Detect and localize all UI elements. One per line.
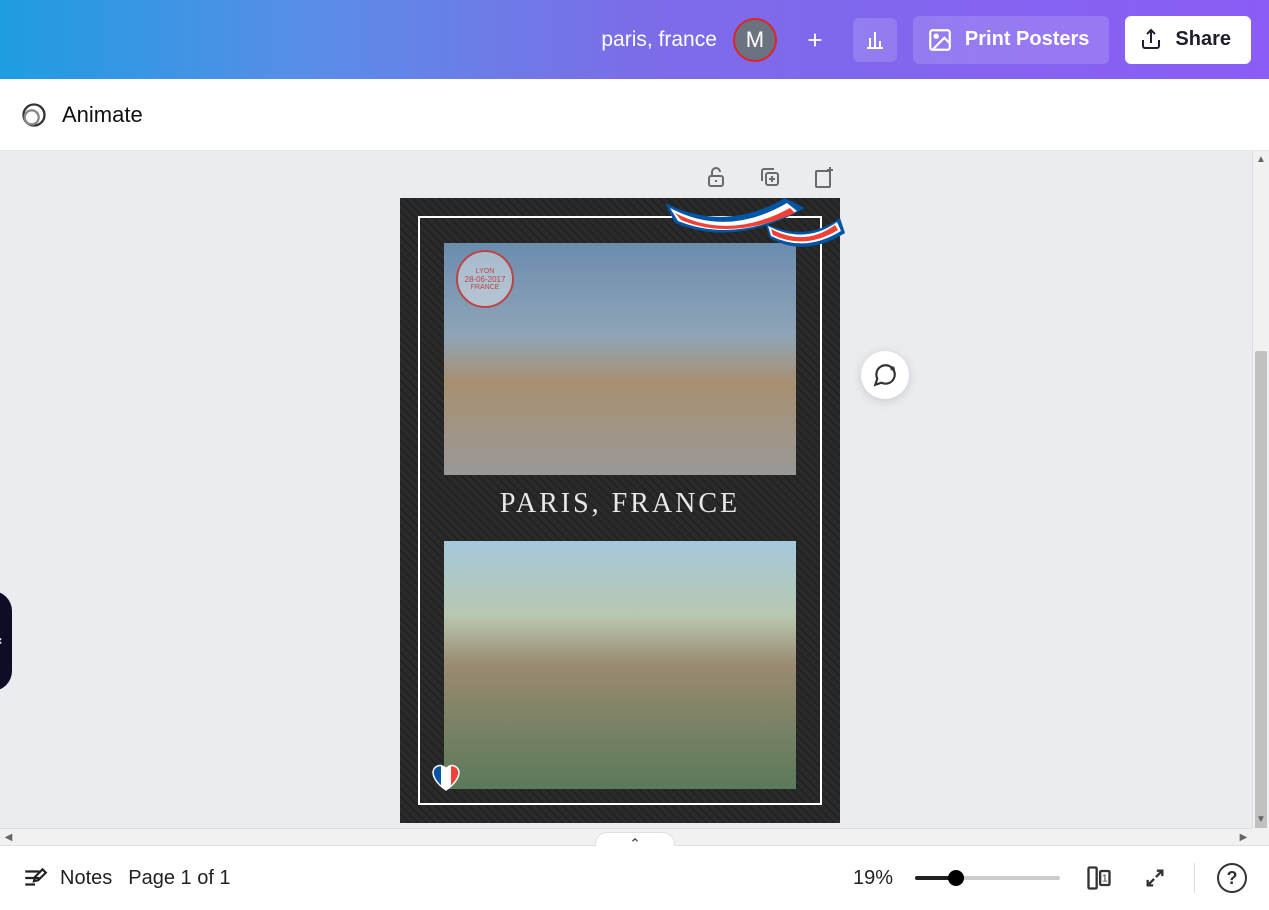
svg-text:1: 1 bbox=[1102, 873, 1108, 885]
analytics-button[interactable] bbox=[853, 18, 897, 62]
bottom-right-group: 19% 1 ? bbox=[853, 861, 1247, 895]
expand-bottom-tab[interactable] bbox=[595, 832, 675, 846]
slider-knob[interactable] bbox=[948, 870, 964, 886]
page-actions bbox=[700, 161, 840, 193]
bottom-bar: Notes Page 1 of 1 19% 1 ? bbox=[0, 845, 1269, 910]
grid-icon: 1 bbox=[1085, 864, 1113, 892]
unlock-icon bbox=[704, 165, 728, 189]
user-avatar[interactable]: M bbox=[733, 18, 777, 62]
french-heart-icon[interactable] bbox=[430, 761, 462, 793]
stamp-date: 28-06-2017 bbox=[465, 275, 506, 284]
animate-icon bbox=[20, 101, 48, 129]
duplicate-page-button[interactable] bbox=[754, 161, 786, 193]
notes-label: Notes bbox=[60, 867, 112, 890]
add-member-button[interactable] bbox=[793, 18, 837, 62]
scroll-corner bbox=[1252, 828, 1269, 845]
vertical-scrollbar[interactable]: ▲ ▼ bbox=[1252, 151, 1269, 845]
upload-icon bbox=[1139, 28, 1163, 52]
print-label: Print Posters bbox=[965, 28, 1089, 51]
scroll-up-arrow[interactable]: ▲ bbox=[1253, 151, 1269, 168]
share-button[interactable]: Share bbox=[1125, 16, 1251, 64]
divider bbox=[1194, 863, 1195, 893]
plus-icon bbox=[804, 29, 826, 51]
image-icon bbox=[927, 27, 953, 53]
scroll-thumb-v[interactable] bbox=[1255, 351, 1267, 845]
zoom-percent[interactable]: 19% bbox=[853, 867, 893, 890]
comment-plus-icon bbox=[872, 362, 898, 388]
lock-page-button[interactable] bbox=[700, 161, 732, 193]
scroll-right-arrow[interactable]: ▶ bbox=[1235, 829, 1252, 845]
stamp-top: LYON bbox=[476, 268, 495, 275]
animate-button[interactable]: Animate bbox=[62, 102, 143, 128]
notes-button[interactable]: Notes bbox=[22, 865, 112, 891]
bottom-left-group: Notes Page 1 of 1 bbox=[22, 865, 231, 891]
page-plus-icon bbox=[812, 165, 836, 189]
stamp-bottom: FRANCE bbox=[471, 284, 500, 291]
chevron-up-icon bbox=[628, 835, 642, 845]
page-indicator[interactable]: Page 1 of 1 bbox=[128, 867, 230, 890]
french-ribbon[interactable] bbox=[665, 193, 845, 273]
top-header: paris, france M Print Posters Share bbox=[0, 0, 1269, 79]
scroll-left-arrow[interactable]: ◀ bbox=[0, 829, 17, 845]
duplicate-icon bbox=[758, 165, 782, 189]
poster-bottom-image[interactable] bbox=[444, 541, 796, 789]
share-label: Share bbox=[1175, 28, 1231, 51]
side-panel-handle[interactable] bbox=[0, 591, 12, 691]
document-title[interactable]: paris, france bbox=[601, 28, 717, 52]
passport-stamp[interactable]: LYON 28-06-2017 FRANCE bbox=[456, 250, 514, 308]
help-button[interactable]: ? bbox=[1217, 863, 1247, 893]
print-posters-button[interactable]: Print Posters bbox=[913, 16, 1109, 64]
poster-title[interactable]: PARIS, FRANCE bbox=[400, 488, 840, 520]
canvas-area[interactable]: LYON 28-06-2017 FRANCE PARIS, FRANCE ▲ bbox=[0, 151, 1269, 845]
comment-button[interactable] bbox=[861, 351, 909, 399]
zoom-slider[interactable] bbox=[915, 876, 1060, 880]
grid-view-button[interactable]: 1 bbox=[1082, 861, 1116, 895]
add-page-button[interactable] bbox=[808, 161, 840, 193]
expand-icon bbox=[1144, 867, 1166, 889]
chevron-left-icon bbox=[0, 636, 5, 646]
chart-icon bbox=[863, 28, 887, 52]
notes-icon bbox=[22, 865, 48, 891]
poster-canvas[interactable]: LYON 28-06-2017 FRANCE PARIS, FRANCE bbox=[400, 198, 840, 823]
fullscreen-button[interactable] bbox=[1138, 861, 1172, 895]
toolbar: Animate bbox=[0, 79, 1269, 151]
scroll-down-arrow[interactable]: ▼ bbox=[1253, 811, 1269, 828]
